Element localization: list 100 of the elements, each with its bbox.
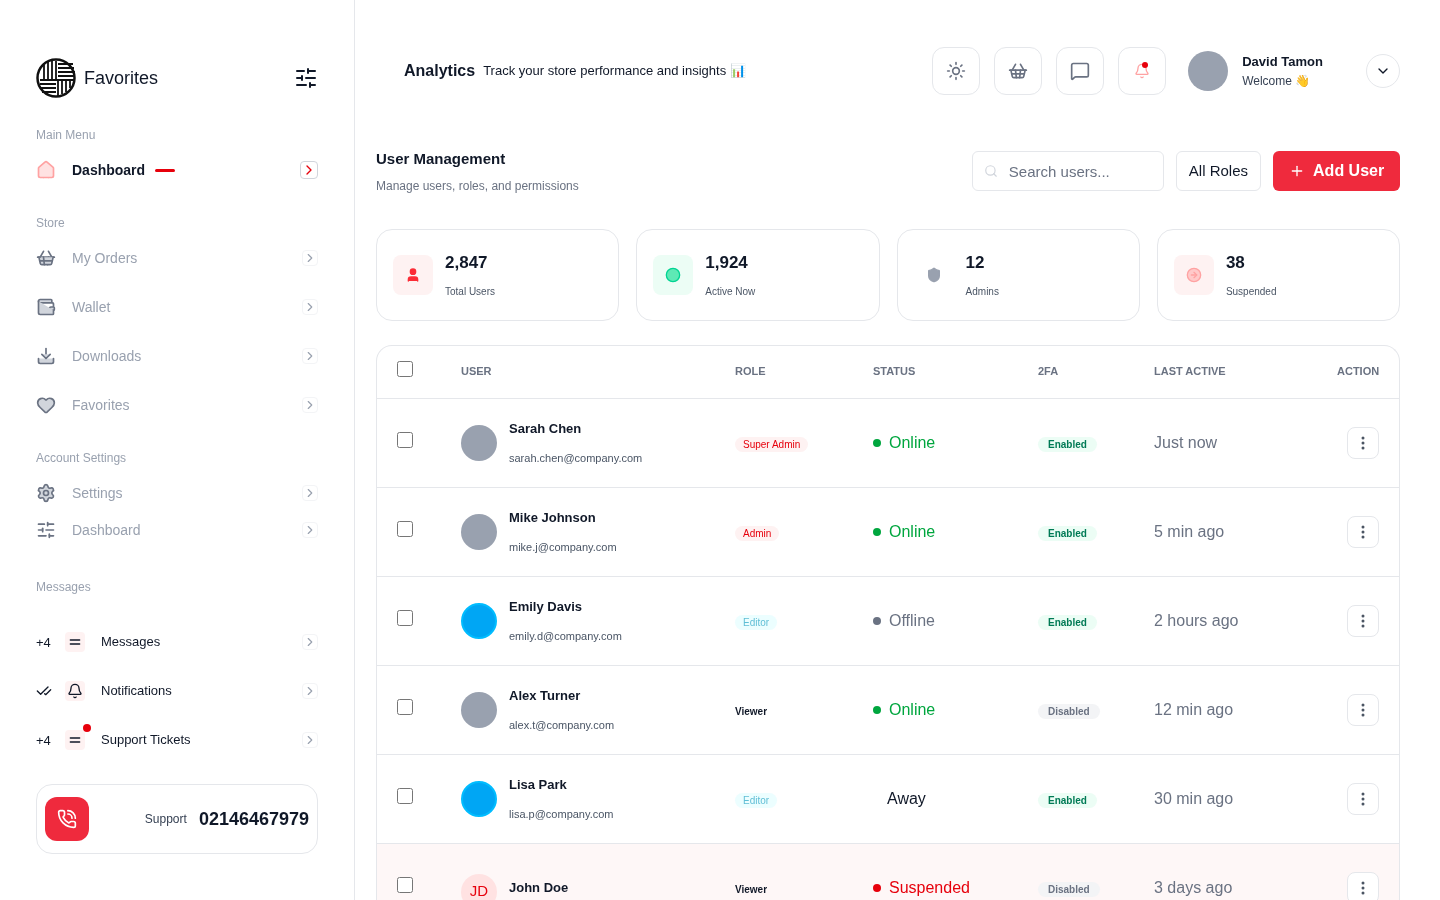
row-checkbox[interactable]	[397, 431, 413, 448]
chevron-icon	[302, 485, 318, 501]
user-name: Sarah Chen	[509, 419, 583, 438]
more-icon	[1361, 880, 1366, 895]
user-email: alex.t@company.com	[509, 718, 615, 733]
role-badge: Super Admin	[735, 436, 809, 452]
download-icon	[36, 346, 56, 366]
stat-value: 12	[965, 252, 986, 275]
chevron-icon	[300, 161, 318, 179]
role-badge: Editor	[735, 792, 778, 808]
stat-label: Active Now	[705, 284, 756, 299]
menu-label: Dashboard	[72, 160, 146, 180]
bell-icon	[1134, 63, 1151, 79]
avatar-photo	[461, 691, 497, 728]
search-icon	[983, 164, 998, 179]
brand-name: Favorites	[84, 66, 159, 90]
role-label: Viewer	[735, 705, 768, 717]
chevron-icon	[302, 348, 318, 364]
message-menu-item[interactable]: +4 Support Tickets	[36, 726, 318, 754]
column-header: LAST ACTIVE	[1154, 364, 1227, 380]
phone-button[interactable]	[45, 797, 89, 841]
menu-item[interactable]: Dashboard	[36, 516, 318, 544]
status-label: Suspended	[889, 877, 970, 898]
column-header: STATUS	[873, 364, 917, 380]
dot-icon	[665, 266, 682, 283]
twofa-badge: Enabled	[1038, 792, 1097, 808]
row-checkbox[interactable]	[397, 520, 413, 537]
theme-button[interactable]	[932, 47, 981, 95]
twofa-badge: Disabled	[1038, 881, 1100, 897]
menu-label: Wallet	[72, 297, 111, 317]
bell-icon	[67, 683, 83, 699]
user-name: Emily Davis	[509, 597, 583, 616]
sliders-icon	[36, 520, 56, 540]
last-active: 12 min ago	[1154, 699, 1235, 720]
row-checkbox[interactable]	[397, 787, 413, 804]
count-label: +4	[36, 635, 51, 650]
messages-button[interactable]	[1056, 47, 1105, 95]
section-title: Main Menu	[36, 127, 97, 144]
heart-icon	[36, 395, 56, 415]
twofa-badge: Enabled	[1038, 614, 1097, 630]
menu-item[interactable]: Wallet	[36, 293, 318, 321]
chevron-icon	[302, 522, 318, 538]
last-active: 3 days ago	[1154, 877, 1234, 898]
settings-icon	[36, 483, 56, 503]
user-avatar	[1188, 51, 1229, 91]
avatar-photo	[461, 513, 497, 550]
status-label: Offline	[889, 610, 935, 631]
menu-item[interactable]: Settings	[36, 479, 318, 507]
menu-item[interactable]: Downloads	[36, 342, 318, 370]
stat-value: 1,924	[705, 252, 749, 275]
status-label: Online	[889, 521, 936, 542]
avatar-illustration	[461, 780, 497, 817]
row-checkbox[interactable]	[397, 876, 413, 893]
logo-icon	[36, 58, 76, 98]
count-label: +4	[36, 733, 51, 748]
column-header: 2FA	[1038, 364, 1060, 380]
more-icon	[1361, 524, 1366, 539]
user-name: Lisa Park	[509, 775, 568, 794]
home-icon	[36, 160, 56, 180]
menu-label: Settings	[72, 483, 123, 503]
select-all-checkbox[interactable]	[397, 360, 413, 377]
chat-icon	[1070, 61, 1091, 81]
user-name: Mike Johnson	[509, 508, 597, 527]
stat-value: 38	[1225, 252, 1246, 275]
row-checkbox[interactable]	[397, 698, 413, 715]
header-title: Analytics	[404, 61, 476, 81]
last-active: 30 min ago	[1154, 788, 1235, 809]
basket-icon	[1008, 61, 1029, 81]
menu-label: Notifications	[101, 682, 173, 701]
user-name: Alex Turner	[509, 686, 582, 705]
stat-label: Admins	[965, 284, 999, 299]
cart-button[interactable]	[994, 47, 1043, 95]
support-phone: 02146467979	[198, 807, 309, 831]
page-title: User Management	[376, 149, 507, 169]
menu-label: My Orders	[72, 248, 138, 268]
menu-item[interactable]: My Orders	[36, 244, 318, 272]
more-icon	[1361, 613, 1366, 628]
status-label: Online	[889, 432, 936, 453]
avatar-illustration	[461, 602, 497, 639]
add-user-button[interactable]: Add User	[1273, 151, 1401, 192]
menu-item[interactable]: Favorites	[36, 391, 318, 419]
avatar-photo	[461, 424, 497, 461]
message-menu-item[interactable]: Notifications	[36, 677, 318, 705]
role-filter[interactable]: All Roles	[1175, 151, 1262, 192]
chevron-icon	[302, 397, 318, 413]
menu-item[interactable]: Dashboard	[36, 156, 318, 184]
user-email: emily.d@company.com	[509, 629, 622, 644]
person-icon	[405, 266, 421, 283]
message-menu-item[interactable]: +4 Messages	[36, 628, 318, 656]
status-label: Online	[889, 699, 936, 720]
header-subtitle: Track your store performance and insights 📊	[483, 62, 746, 81]
sliders-icon[interactable]	[294, 66, 318, 90]
support-label: Support	[144, 811, 187, 828]
search-field[interactable]: Search users...	[971, 151, 1164, 192]
role-label: Viewer	[735, 883, 768, 895]
more-icon	[1361, 791, 1366, 806]
menu-label: Dashboard	[72, 520, 141, 540]
wallet-icon	[36, 297, 56, 317]
stat-label: Total Users	[445, 284, 495, 299]
row-checkbox[interactable]	[397, 609, 413, 626]
